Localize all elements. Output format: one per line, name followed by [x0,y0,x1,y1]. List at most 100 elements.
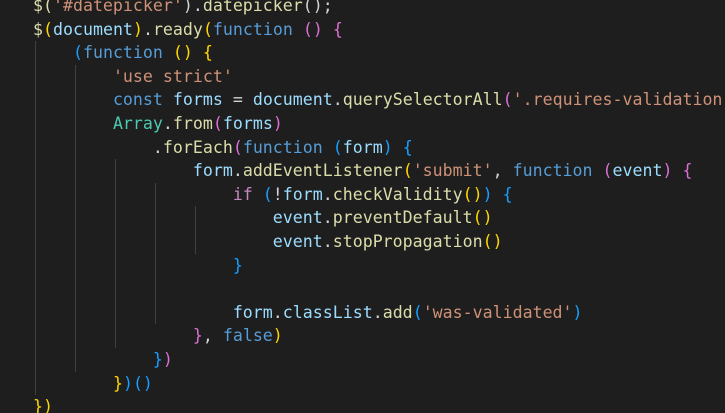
code-token: { [202,43,213,63]
code-token: . [332,90,343,110]
code-token: document [252,90,333,110]
code-token: () [462,184,483,204]
code-token: } [112,373,123,393]
code-token: { [682,161,693,181]
code-line[interactable]: (function () { [33,41,725,65]
code-token: preventDefault [332,208,473,228]
code-token: if [232,184,253,204]
code-token: . [322,184,333,204]
code-token: ) [122,373,133,393]
code-token: . [272,302,283,322]
code-token: ) [482,184,493,204]
code-token: form [232,302,273,322]
code-token: } [152,350,163,369]
code-line[interactable]: }) [33,348,725,372]
code-token: ( [332,137,343,157]
code-line[interactable]: event.preventDefault() [33,206,725,230]
code-token: forEach [162,137,233,157]
code-line[interactable]: .forEach(function (form) { [33,136,725,160]
code-token: function [242,137,323,157]
code-line[interactable]: 'use strict' [33,65,725,89]
code-token: ) [132,19,143,39]
code-token: ( [602,161,613,181]
code-token: , [202,326,223,346]
code-line[interactable]: const forms = document.querySelectorAll(… [33,88,725,112]
code-token: . [232,161,243,181]
code-token: . [152,137,163,157]
code-token: ) [162,350,173,369]
code-token: forms [222,114,273,133]
code-line[interactable]: form.addEventListener('submit', function… [33,159,725,183]
code-line[interactable]: if (!form.checkValidity()) { [33,183,725,207]
code-token: ). [182,0,203,15]
code-token: . [322,232,333,251]
code-token: () [172,43,193,63]
code-token: ) [382,137,393,157]
code-token: ( [43,19,53,39]
code-token: 'submit' [412,161,493,181]
code-token: = [222,90,253,110]
code-token: function [212,19,293,39]
code-token: ( [262,184,273,204]
code-token: addEventListener [242,161,403,181]
code-token: }) [33,397,53,413]
code-token: { [402,137,413,157]
code-editor[interactable]: $('#datepicker').datepicker(); $(document… [0,0,725,413]
code-line[interactable]: })() [33,372,725,396]
code-line[interactable]: form.classList.add('was-validated') [33,301,725,325]
code-token: . [142,19,153,39]
code-token: '.requires-validation' [512,90,725,110]
code-token: . [372,302,383,322]
code-token: ( [412,302,423,322]
code-token: querySelectorAll [342,90,503,110]
code-token: () [482,232,503,251]
code-token: document [53,19,133,39]
code-token: classList [282,302,373,322]
code-token: 'use strict' [112,66,233,86]
code-token: form [282,184,323,204]
code-line[interactable]: } [33,254,725,278]
code-token: stopPropagation [332,232,483,251]
code-line[interactable]: $(document).ready(function () { [33,18,725,42]
code-token: . [322,208,333,228]
code-line[interactable]: }) [33,395,725,413]
code-token: const [112,90,163,110]
code-token: ) [572,302,583,322]
code-token: false [222,326,273,346]
code-token: $ [33,19,43,39]
code-token: form [192,161,233,181]
code-token: $( [33,0,53,15]
code-token: ) [662,161,673,181]
code-token: , [492,161,513,181]
code-token: datepicker [202,0,303,15]
code-token: ( [232,137,243,157]
code-token: ( [402,161,413,181]
code-line[interactable]: event.stopPropagation() [33,230,725,254]
code-token: function [512,161,593,181]
code-token: ready [152,19,203,39]
code-token: () [302,19,323,39]
code-line[interactable]: $('#datepicker').datepicker(); [33,0,725,18]
code-token: checkValidity [332,184,463,204]
code-line[interactable] [33,277,725,301]
code-line[interactable]: Array.from(forms) [33,112,725,136]
code-line[interactable]: }, false) [33,324,725,348]
code-token: } [192,326,203,346]
code-token: ( [202,19,213,39]
code-token: () [472,208,493,228]
